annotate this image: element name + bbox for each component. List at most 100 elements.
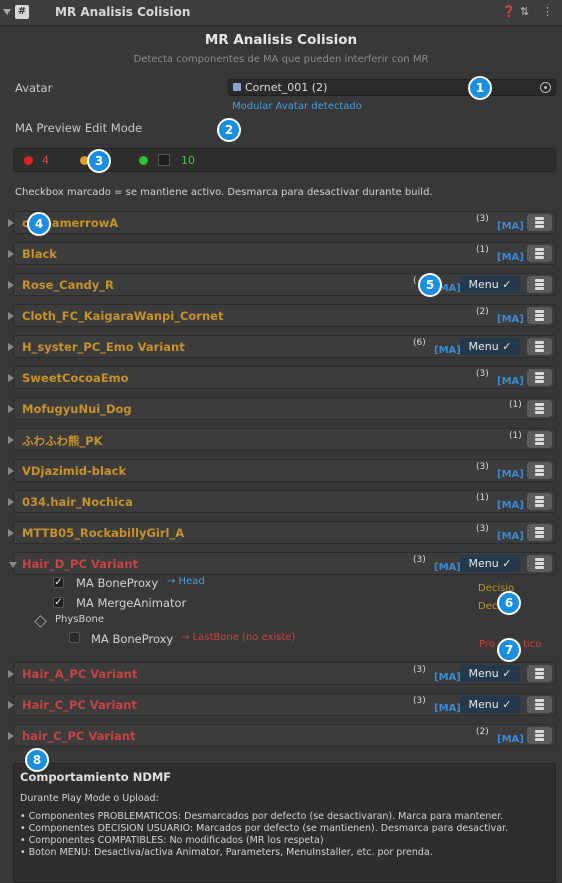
component-item-name: MofugyuNui_Dog	[22, 402, 132, 416]
inspector-header: # MR Analisis Colision ❓ ⇅ ⋮	[0, 0, 562, 26]
kebab-menu-icon[interactable]: ⋮	[542, 5, 553, 18]
component-item[interactable]: VDjazimid-black (3) [MA]	[8, 459, 556, 482]
menu-toggle-button[interactable]: Menu ✓	[460, 665, 520, 682]
ma-tag: [MA]	[497, 221, 524, 232]
menu-toggle-button[interactable]: Menu ✓	[460, 555, 520, 572]
component-count: (2)	[476, 307, 489, 317]
ndmf-title: Comportamiento NDMF	[20, 770, 172, 784]
select-object-button[interactable]	[527, 245, 552, 262]
preview-mode-label: MA Preview Edit Mode	[15, 121, 143, 135]
foldout-closed-icon[interactable]	[8, 701, 14, 709]
component-item-name: Black	[22, 247, 57, 261]
foldout-closed-icon[interactable]	[8, 250, 14, 258]
foldout-closed-icon[interactable]	[8, 219, 14, 227]
component-item-name: ふわふわ熊_PK	[22, 434, 103, 448]
bone-proxy-checkbox[interactable]: ✓	[53, 577, 64, 588]
foldout-closed-icon[interactable]	[8, 670, 14, 678]
menu-toggle-button[interactable]: Menu ✓	[460, 276, 520, 293]
component-item[interactable]: MofugyuNui_Dog (1)	[8, 397, 556, 420]
annotation-badge-6: 6	[497, 591, 521, 615]
ndmf-intro: Durante Play Mode o Upload:	[20, 793, 159, 804]
help-icon[interactable]: ❓	[502, 5, 516, 18]
ma-detected-label: Modular Avatar detectado	[232, 101, 362, 112]
menu-toggle-button[interactable]: Menu ✓	[460, 338, 520, 355]
ma-tag: [MA]	[497, 734, 524, 745]
bone-proxy-target[interactable]: → Head	[167, 576, 205, 587]
foldout-closed-icon[interactable]	[8, 436, 14, 444]
annotation-badge-8: 8	[25, 748, 49, 772]
merge-animator-checkbox[interactable]: ✓	[53, 597, 64, 608]
foldout-closed-icon[interactable]	[8, 467, 14, 475]
component-item[interactable]: Rose_Candy_R([MA] Menu ✓	[8, 273, 556, 296]
foldout-closed-icon[interactable]	[8, 374, 14, 382]
component-count: (6)	[413, 338, 426, 348]
component-item[interactable]: Cloth_FC_KaigaraWanpi_Cornet (2) [MA]	[8, 304, 556, 327]
component-item[interactable]: Black (1) [MA]	[8, 242, 556, 265]
component-count: (3)	[476, 214, 489, 224]
page-title: MR Analisis Colision	[204, 32, 358, 48]
select-object-button[interactable]	[527, 665, 552, 682]
ma-tag: [MA]	[497, 314, 524, 325]
select-object-button[interactable]	[527, 493, 552, 510]
select-object-button[interactable]	[527, 696, 552, 713]
bone-proxy-2-checkbox[interactable]	[69, 632, 80, 643]
compatible-count: 10	[181, 154, 195, 167]
annotation-badge-4: 4	[27, 212, 51, 236]
component-count: (3)	[476, 369, 489, 379]
select-object-button[interactable]	[527, 400, 552, 417]
component-item-name: Hair_D_PC Variant	[22, 557, 139, 571]
select-object-button[interactable]	[527, 462, 552, 479]
component-item[interactable]: Hair_D_PC Variant (3) [MA] Menu ✓	[9, 552, 556, 575]
component-item[interactable]: 034.hair_Nochica (1) [MA]	[8, 490, 556, 513]
component-item[interactable]: Hair_A_PC Variant (3) [MA] Menu ✓	[8, 662, 556, 685]
foldout-closed-icon[interactable]	[8, 405, 14, 413]
component-item-name: Rose_Candy_R	[22, 278, 114, 292]
object-picker-icon[interactable]	[540, 82, 551, 93]
component-item[interactable]: Hair_C_PC Variant (3) [MA] Menu ✓	[8, 693, 556, 716]
menu-toggle-button[interactable]: Menu ✓	[460, 696, 520, 713]
problematic-tag: Pro	[479, 639, 495, 650]
presets-icon[interactable]: ⇅	[520, 5, 529, 18]
foldout-arrow-icon[interactable]	[3, 9, 11, 15]
foldout-open-icon[interactable]	[9, 562, 17, 568]
component-item-name: VDjazimid-black	[22, 464, 127, 478]
foldout-closed-icon[interactable]	[8, 498, 14, 506]
avatar-object-field[interactable]: Cornet_001 (2)	[228, 79, 556, 96]
foldout-closed-icon[interactable]	[8, 343, 14, 351]
select-object-button[interactable]	[527, 338, 552, 355]
expanded-components: ✓ MA BoneProxy → Head Decisio ✓ MA Merge…	[13, 576, 556, 662]
component-item[interactable]: MTTB05_RockabillyGirl_A (3) [MA]	[8, 521, 556, 544]
select-object-button[interactable]	[527, 727, 552, 744]
select-object-button[interactable]	[527, 369, 552, 386]
annotation-badge-3: 3	[87, 149, 111, 173]
component-item[interactable]: ふわふわ熊_PK (1)	[8, 428, 556, 451]
checkbox-note: Checkbox marcado = se mantiene activo. D…	[15, 187, 433, 198]
select-object-button[interactable]	[527, 307, 552, 324]
component-count: (3)	[476, 462, 489, 472]
select-object-button[interactable]	[527, 276, 552, 293]
ma-tag: [MA]	[434, 345, 461, 356]
component-item[interactable]: oCreamerrowA (3) [MA]	[8, 211, 556, 234]
select-object-button[interactable]	[527, 524, 552, 541]
green-status-dot-icon	[139, 156, 148, 165]
problematic-tag-2: tico	[523, 639, 542, 650]
select-object-button[interactable]	[527, 555, 552, 572]
foldout-closed-icon[interactable]	[8, 281, 14, 289]
component-count: (1)	[509, 431, 522, 441]
select-object-button[interactable]	[527, 214, 552, 231]
merge-animator-label: MA MergeAnimator	[76, 596, 187, 610]
annotation-badge-1: 1	[468, 76, 492, 100]
checkbox-square-icon	[158, 154, 170, 166]
component-item[interactable]: SweetCocoaEmo (3) [MA]	[8, 366, 556, 389]
component-item[interactable]: hair_C_PC Variant (2) [MA]	[8, 724, 556, 747]
foldout-closed-icon[interactable]	[8, 529, 14, 537]
ma-tag: [MA]	[497, 376, 524, 387]
select-object-button[interactable]	[527, 431, 552, 448]
ma-tag: [MA]	[497, 469, 524, 480]
component-item[interactable]: H_syster_PC_Emo Variant (6) [MA] Menu ✓	[8, 335, 556, 358]
foldout-closed-icon[interactable]	[8, 312, 14, 320]
ndmf-line: • Componentes PROBLEMATICOS: Desmarcados…	[20, 811, 504, 822]
component-item-name: MTTB05_RockabillyGirl_A	[22, 526, 185, 540]
foldout-closed-icon[interactable]	[8, 732, 14, 740]
component-count: (3)	[413, 696, 426, 706]
